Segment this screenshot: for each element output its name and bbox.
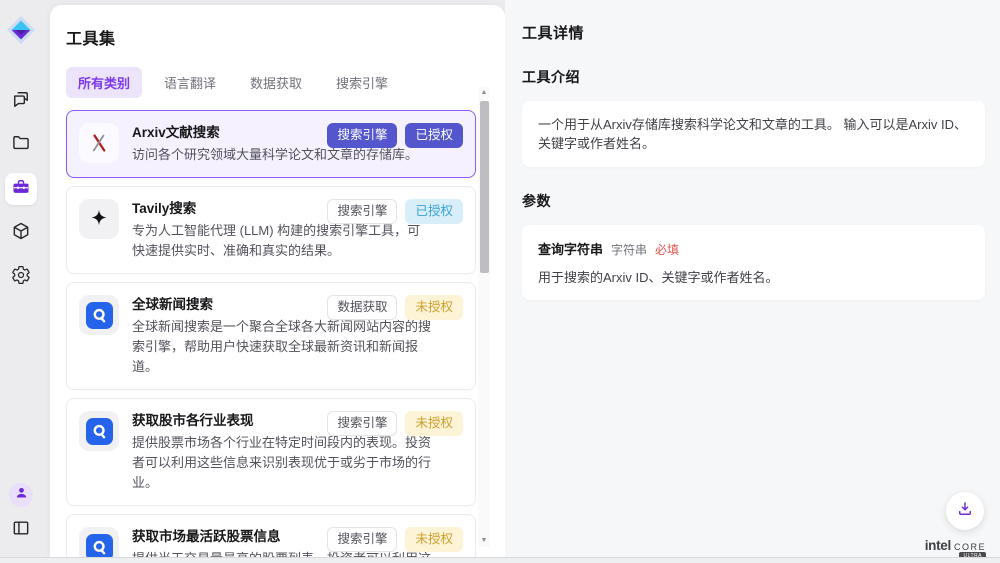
category-badge: 搜索引擎 bbox=[327, 527, 397, 552]
detail-title: 工具详情 bbox=[522, 22, 985, 43]
auth-status-badge: 已授权 bbox=[405, 123, 463, 148]
sidebar-item-settings[interactable] bbox=[5, 261, 37, 293]
tab-data-acquisition[interactable]: 数据获取 bbox=[238, 67, 314, 98]
intro-text: 一个用于从Arxiv存储库搜索科学论文和文章的工具。 输入可以是Arxiv ID… bbox=[538, 115, 969, 153]
intro-box: 一个用于从Arxiv存储库搜索科学论文和文章的工具。 输入可以是Arxiv ID… bbox=[522, 101, 985, 167]
intel-core-logo: intel core ULTRA bbox=[925, 538, 986, 553]
tab-language-translation[interactable]: 语言翻译 bbox=[152, 67, 228, 98]
tools-panel: 工具集 所有类别 语言翻译 数据获取 搜索引擎 Arxiv文献搜索 访问各个研究… bbox=[50, 5, 505, 557]
blue-search-icon bbox=[86, 418, 113, 445]
intel-wordmark: intel bbox=[925, 538, 951, 553]
tool-detail-panel: 工具详情 工具介绍 一个用于从Arxiv存储库搜索科学论文和文章的工具。 输入可… bbox=[505, 0, 1000, 557]
scrollbar-thumb[interactable] bbox=[480, 101, 489, 273]
tool-card-global-news[interactable]: 全球新闻搜索 全球新闻搜索是一个聚合全球各大新闻网站内容的搜索引擎，帮助用户快速… bbox=[66, 282, 476, 390]
tool-card-tavily[interactable]: Tavily搜索 专为人工智能代理 (LLM) 构建的搜索引擎工具，可快速提供实… bbox=[66, 186, 476, 274]
auth-status-badge: 未授权 bbox=[405, 295, 463, 320]
tab-search-engine[interactable]: 搜索引擎 bbox=[324, 67, 400, 98]
tavily-icon bbox=[79, 199, 119, 239]
auth-status-badge: 未授权 bbox=[405, 411, 463, 436]
category-badge: 搜索引擎 bbox=[327, 411, 397, 436]
category-badge: 搜索引擎 bbox=[327, 199, 397, 224]
tool-description: 访问各个研究领域大量科学论文和文章的存储库。 bbox=[132, 145, 432, 165]
download-icon bbox=[956, 500, 974, 523]
sidebar-bottom bbox=[8, 483, 34, 543]
cube-icon bbox=[11, 221, 31, 246]
page-title: 工具集 bbox=[66, 25, 505, 49]
category-badge: 数据获取 bbox=[327, 295, 397, 320]
list-scrollbar[interactable]: ▲ ▼ bbox=[478, 87, 490, 547]
sidebar-item-chat[interactable] bbox=[5, 85, 37, 117]
gear-icon bbox=[11, 265, 31, 290]
tool-description: 全球新闻搜索是一个聚合全球各大新闻网站内容的搜索引擎，帮助用户快速获取全球最新资… bbox=[132, 317, 432, 377]
tool-description: 专为人工智能代理 (LLM) 构建的搜索引擎工具，可快速提供实时、准确和真实的结… bbox=[132, 221, 432, 261]
toolbox-icon bbox=[11, 177, 31, 202]
user-icon bbox=[14, 485, 29, 505]
collapse-sidebar-button[interactable] bbox=[8, 517, 34, 543]
sidebar bbox=[0, 0, 42, 557]
core-wordmark: core ULTRA bbox=[954, 539, 986, 553]
intro-heading: 工具介绍 bbox=[522, 67, 985, 87]
arxiv-icon bbox=[79, 123, 119, 163]
blue-search-icon bbox=[86, 302, 113, 329]
sidebar-item-models[interactable] bbox=[5, 217, 37, 249]
tool-description: 提供股票市场各个行业在特定时间段内的表现。投资者可以利用这些信息来识别表现优于或… bbox=[132, 433, 432, 493]
sidebar-item-tools[interactable] bbox=[5, 173, 37, 205]
blue-search-icon bbox=[86, 534, 113, 558]
sidebar-item-files[interactable] bbox=[5, 129, 37, 161]
param-required-flag: 必填 bbox=[655, 241, 679, 258]
auth-status-badge: 未授权 bbox=[405, 527, 463, 552]
param-type: 字符串 bbox=[611, 241, 647, 258]
param-description: 用于搜索的Arxiv ID、关键字或作者姓名。 bbox=[538, 267, 969, 286]
app-logo-icon[interactable] bbox=[6, 15, 36, 45]
param-name: 查询字符串 bbox=[538, 239, 603, 258]
category-tabs: 所有类别 语言翻译 数据获取 搜索引擎 bbox=[66, 67, 505, 98]
window-bottom-edge bbox=[0, 557, 1000, 563]
tool-card-most-active-stocks[interactable]: 获取市场最活跃股票信息 提供当天交易量最高的股票列表，投资者可以利用这些信息来识… bbox=[66, 514, 476, 557]
category-badge: 搜索引擎 bbox=[327, 123, 397, 148]
auth-status-badge: 已授权 bbox=[405, 199, 463, 224]
param-box: 查询字符串 字符串 必填 用于搜索的Arxiv ID、关键字或作者姓名。 bbox=[522, 225, 985, 300]
sidebar-nav bbox=[5, 85, 37, 293]
scroll-down-arrow-icon[interactable]: ▼ bbox=[481, 535, 488, 547]
folder-icon bbox=[11, 133, 31, 158]
tab-all-categories[interactable]: 所有类别 bbox=[66, 67, 142, 98]
tool-card-list: Arxiv文献搜索 访问各个研究领域大量科学论文和文章的存储库。 搜索引擎 已授… bbox=[66, 110, 476, 557]
download-button[interactable] bbox=[946, 492, 984, 530]
params-heading: 参数 bbox=[522, 191, 985, 211]
chat-icon bbox=[11, 89, 31, 114]
panel-toggle-icon bbox=[11, 518, 31, 543]
user-avatar[interactable] bbox=[9, 483, 33, 507]
tool-card-sector-performance[interactable]: 获取股市各行业表现 提供股票市场各个行业在特定时间段内的表现。投资者可以利用这些… bbox=[66, 398, 476, 506]
tool-card-arxiv[interactable]: Arxiv文献搜索 访问各个研究领域大量科学论文和文章的存储库。 搜索引擎 已授… bbox=[66, 110, 476, 178]
scroll-up-arrow-icon[interactable]: ▲ bbox=[481, 87, 488, 99]
